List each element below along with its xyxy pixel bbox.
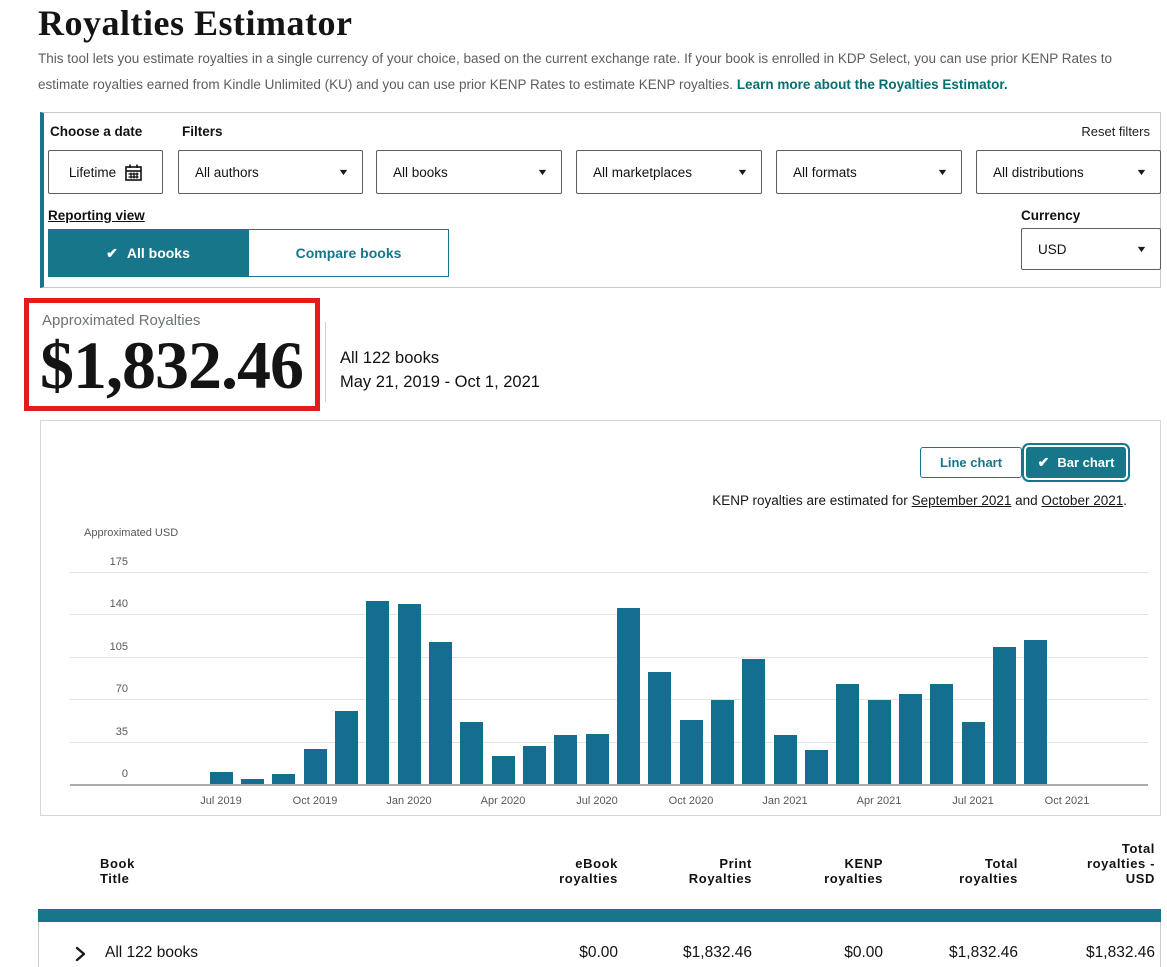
x-tick-label-jul-2021: Jul 2021 (931, 795, 1015, 807)
bar-dec-2019[interactable] (366, 601, 389, 784)
filters-label: Filters (182, 124, 223, 139)
authors-filter-dropdown[interactable]: All authors ▼ (178, 150, 363, 194)
authors-filter-value: All authors (195, 165, 259, 180)
bar-oct-2019[interactable] (304, 749, 327, 784)
date-range-button[interactable]: Lifetime (48, 150, 163, 194)
reporting-view-label[interactable]: Reporting view (48, 208, 145, 223)
royalties-estimator-page: Royalties Estimator This tool lets you e… (0, 0, 1167, 967)
x-tick-label-apr-2020: Apr 2020 (461, 795, 545, 807)
bar-nov-2020[interactable] (711, 700, 734, 784)
bar-jan-2020[interactable] (398, 604, 421, 784)
chevron-down-icon: ▼ (736, 167, 748, 177)
expand-row-chevron-icon[interactable] (71, 945, 89, 963)
bar-feb-2020[interactable] (429, 642, 452, 784)
gridline-105 (70, 657, 1148, 658)
tab-all-books[interactable]: ✔ All books (48, 229, 248, 277)
bar-jul-2019[interactable] (210, 772, 233, 784)
bar-nov-2019[interactable] (335, 711, 358, 784)
x-tick-label-oct-2021: Oct 2021 (1025, 795, 1109, 807)
tab-all-books-label: All books (127, 245, 190, 261)
books-filter-dropdown[interactable]: All books ▼ (376, 150, 562, 194)
summary-books-count: All 122 books (340, 349, 439, 368)
bar-dec-2020[interactable] (742, 659, 765, 784)
approximated-royalties-amount: $1,832.46 (40, 326, 303, 405)
gridline-35 (70, 742, 1148, 743)
y-tick-label-175: 175 (41, 556, 128, 568)
bar-aug-2021[interactable] (993, 647, 1016, 784)
chevron-down-icon: ▼ (536, 167, 548, 177)
y-tick-label-35: 35 (41, 726, 128, 738)
check-icon: ✔ (106, 245, 118, 262)
reset-filters-link[interactable]: Reset filters (1081, 124, 1150, 139)
row-book-title: All 122 books (105, 944, 198, 962)
chevron-down-icon: ▼ (1135, 167, 1147, 177)
summary-divider (325, 322, 326, 402)
currency-dropdown[interactable]: USD ▼ (1021, 228, 1161, 270)
books-filter-value: All books (393, 165, 448, 180)
bar-jul-2021[interactable] (962, 722, 985, 784)
distributions-filter-dropdown[interactable]: All distributions ▼ (976, 150, 1161, 194)
currency-label: Currency (1021, 208, 1080, 223)
table-header-separator (38, 909, 1161, 922)
bar-feb-2021[interactable] (805, 750, 828, 784)
x-tick-label-jan-2021: Jan 2021 (743, 795, 827, 807)
column-header-book-title: Book Title (100, 856, 135, 886)
y-tick-label-70: 70 (41, 683, 128, 695)
bar-mar-2021[interactable] (836, 684, 859, 784)
plot-area: 175 140 105 70 35 0 Jul 2019 Oct 2019 Jan 2020 Ap… (41, 421, 1160, 815)
chart-panel: Line chart ✔ Bar chart KENP royalties ar… (40, 420, 1161, 816)
x-tick-label-oct-2020: Oct 2020 (649, 795, 733, 807)
y-tick-label-140: 140 (41, 598, 128, 610)
distributions-filter-value: All distributions (993, 165, 1084, 180)
bar-apr-2021[interactable] (868, 700, 891, 784)
x-tick-label-oct-2019: Oct 2019 (273, 795, 357, 807)
bar-aug-2019[interactable] (241, 779, 264, 784)
x-tick-label-jul-2019: Jul 2019 (179, 795, 263, 807)
page-description: This tool lets you estimate royalties in… (38, 46, 1162, 98)
x-tick-label-jan-2020: Jan 2020 (367, 795, 451, 807)
y-tick-label-0: 0 (41, 768, 128, 780)
y-tick-label-105: 105 (41, 641, 128, 653)
bar-jul-2020[interactable] (586, 734, 609, 784)
summary-date-range: May 21, 2019 - Oct 1, 2021 (340, 373, 540, 392)
learn-more-link[interactable]: Learn more about the Royalties Estimator… (737, 77, 1008, 92)
bar-jan-2021[interactable] (774, 735, 797, 784)
bar-aug-2020[interactable] (617, 608, 640, 784)
tab-compare-books[interactable]: Compare books (248, 229, 449, 277)
page-title: Royalties Estimator (38, 2, 352, 44)
x-tick-label-apr-2021: Apr 2021 (837, 795, 921, 807)
bar-sep-2019[interactable] (272, 774, 295, 784)
gridline-0 (70, 784, 1148, 786)
bar-sep-2021[interactable] (1024, 640, 1047, 785)
currency-value: USD (1038, 242, 1067, 257)
column-header-total-royalties: Total royalties (858, 856, 1018, 886)
bar-oct-2020[interactable] (680, 720, 703, 784)
bar-mar-2020[interactable] (460, 722, 483, 784)
formats-filter-dropdown[interactable]: All formats ▼ (776, 150, 962, 194)
gridline-140 (70, 614, 1148, 615)
formats-filter-value: All formats (793, 165, 857, 180)
x-tick-label-jul-2020: Jul 2020 (555, 795, 639, 807)
filters-panel: Choose a date Filters Reset filters Life… (40, 112, 1161, 288)
chevron-down-icon: ▼ (936, 167, 948, 177)
row-total-royalties: $1,832.46 (858, 944, 1018, 962)
bar-may-2021[interactable] (899, 694, 922, 784)
choose-date-label: Choose a date (50, 124, 142, 139)
row-total-royalties-usd: $1,832.46 (995, 944, 1155, 962)
marketplaces-filter-dropdown[interactable]: All marketplaces ▼ (576, 150, 762, 194)
bar-apr-2020[interactable] (492, 756, 515, 784)
bar-jun-2021[interactable] (930, 684, 953, 784)
marketplaces-filter-value: All marketplaces (593, 165, 692, 180)
tab-compare-books-label: Compare books (296, 245, 402, 261)
chevron-down-icon: ▼ (1135, 244, 1147, 254)
gridline-70 (70, 699, 1148, 700)
date-range-value: Lifetime (69, 165, 116, 180)
chevron-down-icon: ▼ (337, 167, 349, 177)
gridline-175 (70, 572, 1148, 573)
column-header-total-royalties-usd: Total royalties - USD (995, 841, 1155, 886)
calendar-icon (125, 164, 142, 181)
bar-sep-2020[interactable] (648, 672, 671, 784)
bar-jun-2020[interactable] (554, 735, 577, 784)
bar-may-2020[interactable] (523, 746, 546, 784)
